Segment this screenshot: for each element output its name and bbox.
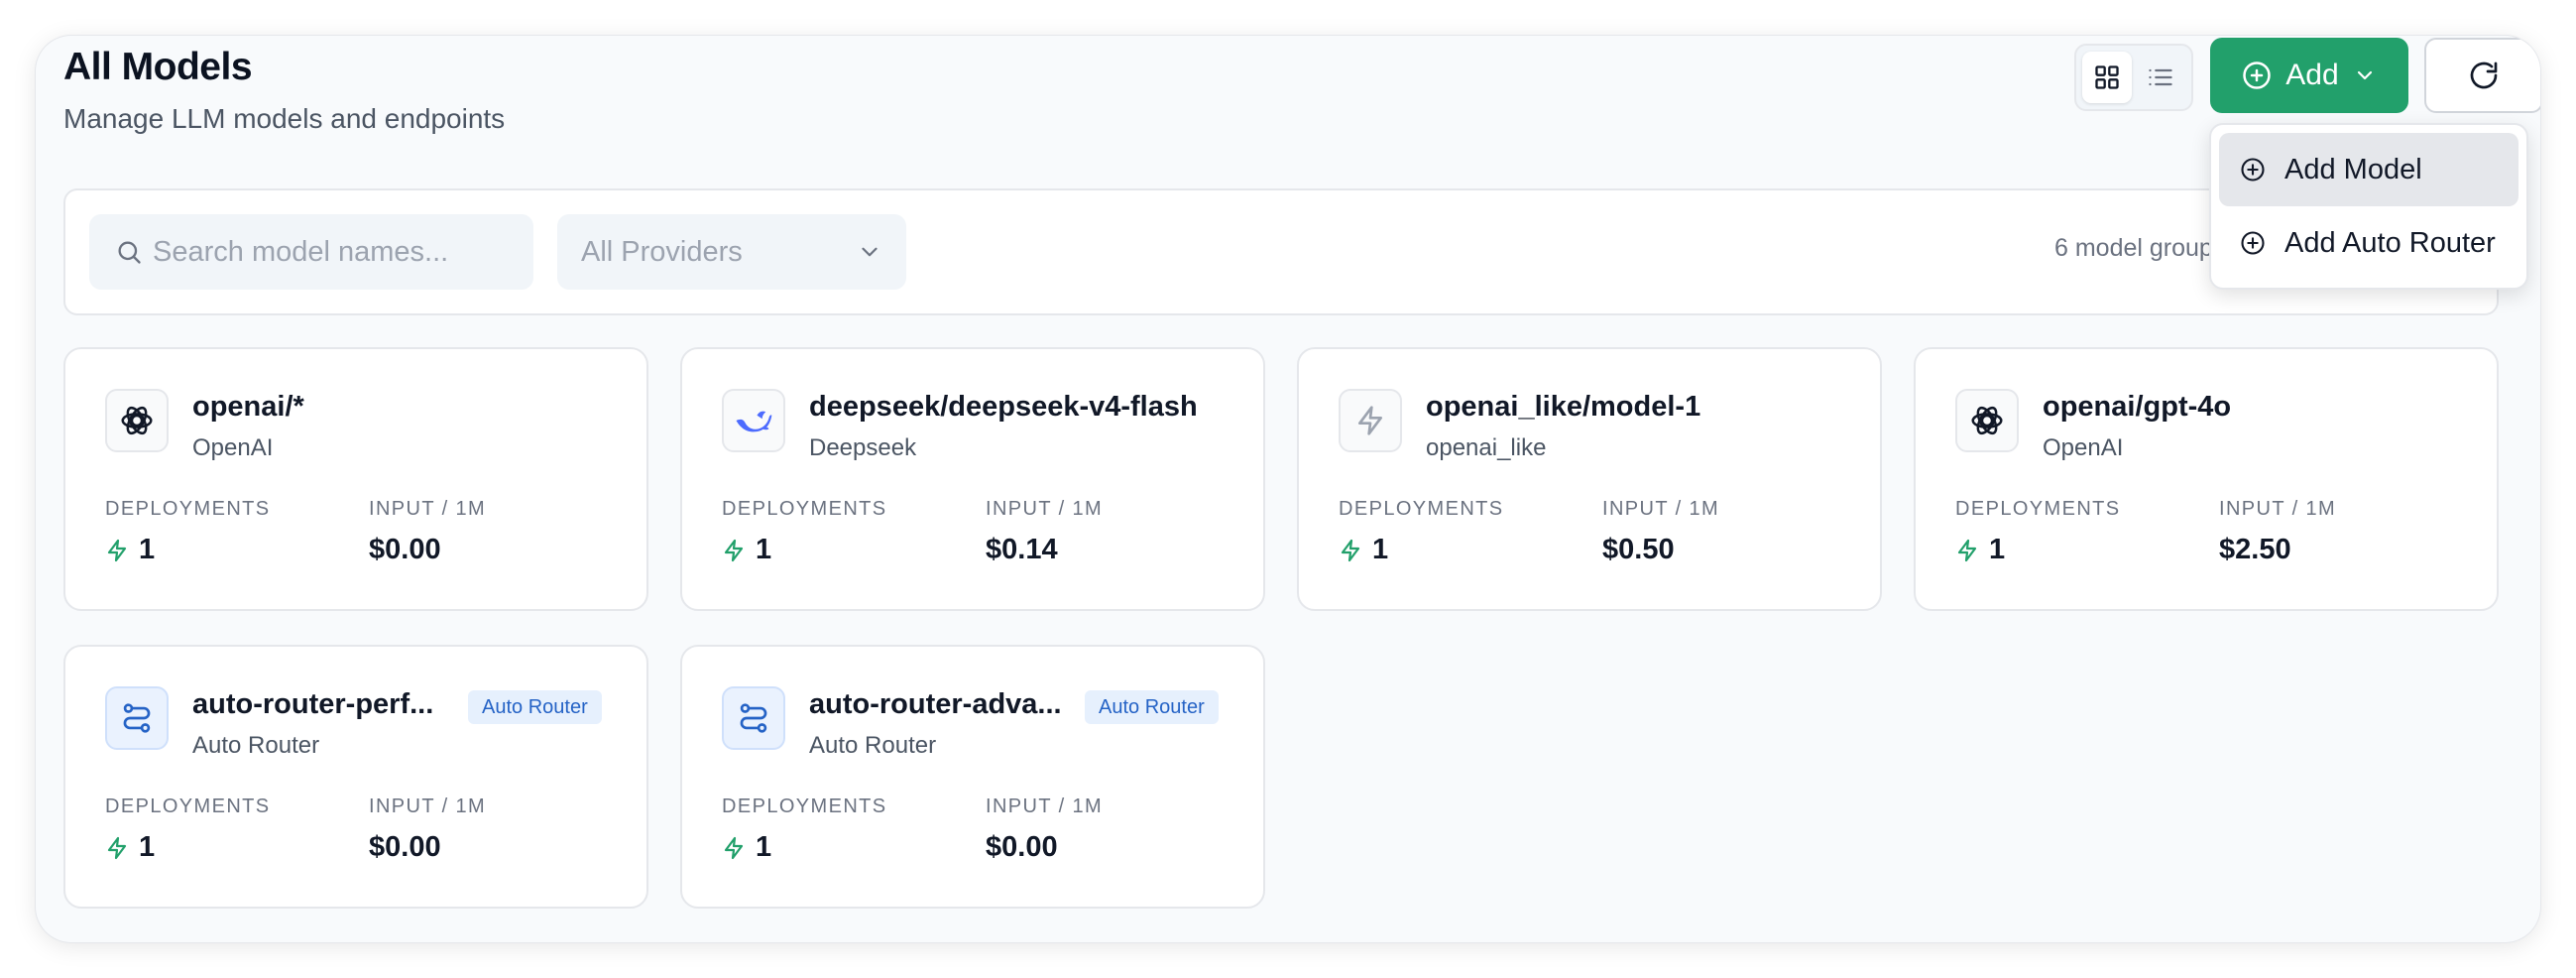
menu-item-add-auto-router[interactable]: Add Auto Router (2219, 206, 2518, 280)
deployments-value: 1 (722, 831, 771, 864)
list-view-button[interactable] (2136, 52, 2185, 103)
input-price-value: $0.00 (986, 831, 1058, 863)
input-price-value: $0.14 (986, 534, 1058, 565)
refresh-button[interactable] (2424, 38, 2540, 113)
model-card-openai-gpt-4o[interactable]: openai/gpt-4o OpenAI DEPLOYMENTS 1 INPUT… (1914, 347, 2499, 611)
router-icon (123, 703, 151, 733)
auto-router-badge: Auto Router (468, 690, 602, 724)
input-price-label: INPUT / 1M (1602, 498, 1720, 520)
input-price-value: $0.00 (369, 831, 441, 863)
input-price-label: INPUT / 1M (2219, 498, 2337, 520)
deployments-value: 1 (1955, 534, 2005, 566)
lightning-icon (1358, 406, 1382, 435)
model-provider: OpenAI (192, 434, 274, 461)
menu-item-label: Add Auto Router (2284, 226, 2496, 259)
model-card-auto-router-adva[interactable]: auto-router-adva... Auto Router Auto Rou… (680, 645, 1265, 909)
lightning-icon (724, 539, 744, 561)
add-button[interactable]: Add (2210, 38, 2408, 113)
model-provider: Auto Router (192, 732, 320, 759)
model-name: auto-router-adva... (809, 688, 1062, 720)
menu-item-label: Add Model (2284, 153, 2422, 185)
openai-logo-icon (1971, 406, 2003, 435)
search-box[interactable] (89, 214, 533, 290)
model-name: openai/gpt-4o (2043, 391, 2232, 423)
input-price-value: $0.50 (1602, 534, 1675, 565)
input-price-label: INPUT / 1M (369, 795, 487, 817)
menu-item-add-model[interactable]: Add Model (2219, 133, 2518, 206)
chevron-down-icon (2357, 70, 2372, 80)
provider-select-value: All Providers (581, 235, 743, 268)
model-card-openai-like-model-1[interactable]: openai_like/model-1 openai_like DEPLOYME… (1297, 347, 1882, 611)
lightning-icon (107, 539, 127, 561)
deployments-count: 1 (139, 534, 156, 565)
grid-view-button[interactable] (2082, 52, 2132, 103)
model-name: openai/* (192, 391, 304, 423)
add-button-label: Add (2285, 59, 2339, 91)
model-provider: Deepseek (809, 434, 917, 461)
deployments-label: DEPLOYMENTS (722, 795, 887, 817)
input-price-label: INPUT / 1M (986, 795, 1104, 817)
model-name: deepseek/deepseek-v4-flash (809, 391, 1198, 423)
plus-circle-icon (2243, 61, 2272, 89)
router-icon (740, 703, 767, 733)
deployments-label: DEPLOYMENTS (1955, 498, 2121, 520)
deployments-value: 1 (1339, 534, 1388, 566)
openai-logo-icon (121, 406, 153, 435)
model-name: openai_like/model-1 (1426, 391, 1701, 423)
chevron-down-icon (862, 247, 878, 257)
deployments-label: DEPLOYMENTS (722, 498, 887, 520)
deployments-count: 1 (139, 831, 156, 863)
model-card-deepseek-v4-flash[interactable]: deepseek/deepseek-v4-flash Deepseek DEPL… (680, 347, 1265, 611)
model-provider: Auto Router (809, 732, 937, 759)
deployments-value: 1 (722, 534, 771, 566)
deployments-label: DEPLOYMENTS (105, 498, 271, 520)
deployments-label: DEPLOYMENTS (1339, 498, 1504, 520)
models-window: All Models Manage LLM models and endpoin… (36, 36, 2540, 942)
page-subtitle: Manage LLM models and endpoints (63, 103, 506, 134)
provider-select[interactable]: All Providers (557, 214, 906, 290)
model-card-auto-router-perf[interactable]: auto-router-perf... Auto Router Auto Rou… (63, 645, 648, 909)
input-price-label: INPUT / 1M (986, 498, 1104, 520)
input-price-label: INPUT / 1M (369, 498, 487, 520)
lightning-icon (1957, 539, 1977, 561)
list-icon (2149, 68, 2172, 86)
lightning-icon (1341, 539, 1360, 561)
input-price-value: $0.00 (369, 534, 441, 565)
grid-icon (2095, 65, 2119, 89)
deployments-label: DEPLOYMENTS (105, 795, 271, 817)
deployments-count: 1 (1989, 534, 2006, 565)
card-icon-box (1955, 389, 2019, 452)
lightning-icon (724, 836, 744, 859)
card-icon-box (105, 389, 169, 452)
deployments-count: 1 (756, 534, 772, 565)
auto-router-badge: Auto Router (1085, 690, 1219, 724)
card-icon-box (722, 389, 785, 452)
search-icon (118, 241, 141, 264)
refresh-icon (2470, 61, 2498, 89)
input-price-value: $2.50 (2219, 534, 2291, 565)
plus-circle-icon (2241, 231, 2265, 255)
model-name: auto-router-perf... (192, 688, 434, 720)
deployments-count: 1 (1372, 534, 1389, 565)
model-provider: openai_like (1426, 434, 1547, 461)
deepseek-logo-icon (736, 411, 772, 432)
card-icon-box (722, 686, 785, 750)
plus-circle-icon (2241, 158, 2265, 182)
card-icon-box (105, 686, 169, 750)
model-card-openai-wildcard[interactable]: openai/* OpenAI DEPLOYMENTS 1 INPUT / 1M… (63, 347, 648, 611)
model-groups-count: 6 model groups (2054, 234, 2226, 262)
model-provider: OpenAI (2043, 434, 2124, 461)
deployments-count: 1 (756, 831, 772, 863)
deployments-value: 1 (105, 534, 155, 566)
search-input[interactable] (153, 235, 529, 269)
page-title: All Models (63, 46, 253, 88)
deployments-value: 1 (105, 831, 155, 864)
filter-bar: All Providers 6 model groups (63, 188, 2499, 315)
lightning-icon (107, 836, 127, 859)
add-dropdown-menu: Add Model Add Auto Router (2209, 123, 2528, 290)
view-toggle (2074, 44, 2193, 111)
card-icon-box (1339, 389, 1402, 452)
